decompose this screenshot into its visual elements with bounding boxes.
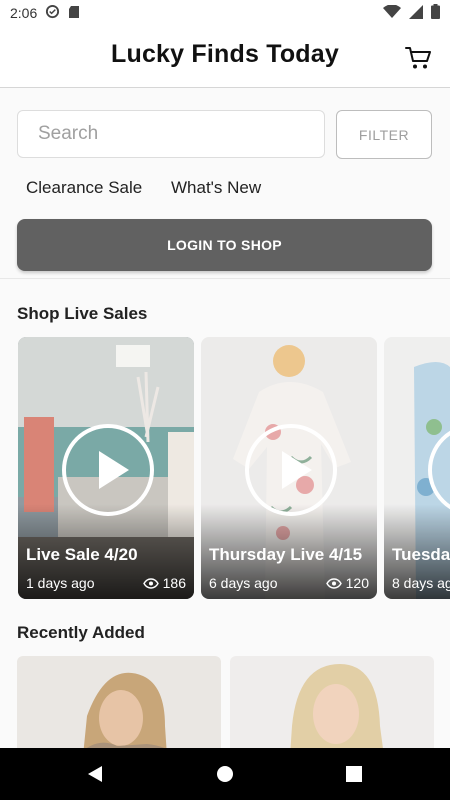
cart-button[interactable]	[404, 44, 432, 72]
play-icon[interactable]	[245, 424, 337, 516]
view-count: 186	[142, 575, 186, 591]
quick-link-whats-new[interactable]: What's New	[171, 178, 261, 198]
data-saver-icon	[45, 4, 60, 22]
live-sale-card[interactable]: Live Sale 4/20 1 days ago 186	[18, 337, 194, 599]
system-nav-bar	[0, 748, 450, 800]
status-right	[383, 3, 440, 22]
product-image	[230, 656, 434, 756]
app-header: Lucky Finds Today	[0, 26, 450, 88]
signal-icon	[409, 4, 423, 22]
back-icon	[88, 766, 102, 782]
play-icon[interactable]	[62, 424, 154, 516]
product-image	[17, 656, 221, 756]
recently-added-heading: Recently Added	[17, 623, 145, 642]
live-sale-title: Live Sale 4/20	[26, 545, 138, 564]
live-sale-card[interactable]: Thursday Live 4/15 6 days ago 120	[201, 337, 377, 599]
status-left: 2:06	[10, 4, 80, 22]
status-time: 2:06	[10, 5, 38, 21]
view-count-value: 186	[162, 575, 186, 591]
recents-button[interactable]	[342, 762, 366, 786]
search-input[interactable]	[17, 110, 325, 158]
shop-live-sales-heading: Shop Live Sales	[17, 304, 148, 323]
cart-icon	[405, 47, 431, 69]
home-icon	[217, 766, 233, 782]
live-sale-title: Tuesday	[392, 545, 450, 564]
section-divider	[0, 278, 450, 279]
eye-icon	[142, 577, 159, 589]
battery-icon	[431, 4, 440, 22]
product-card[interactable]	[17, 656, 221, 756]
live-sale-title: Thursday Live 4/15	[209, 545, 363, 564]
eye-icon	[325, 577, 342, 589]
live-sale-card[interactable]: Tuesday 8 days ago	[384, 337, 450, 599]
main-content[interactable]: FILTER Clearance Sale What's New LOGIN T…	[0, 88, 450, 756]
live-sale-meta: 8 days ago	[392, 575, 450, 591]
product-card[interactable]	[230, 656, 434, 756]
live-sale-meta: 1 days ago 186	[26, 575, 186, 591]
quick-link-clearance-sale[interactable]: Clearance Sale	[26, 178, 142, 198]
view-count: 120	[325, 575, 369, 591]
recents-icon	[346, 766, 362, 782]
live-sale-age: 1 days ago	[26, 575, 95, 591]
live-sale-meta: 6 days ago 120	[209, 575, 369, 591]
filter-button[interactable]: FILTER	[336, 110, 432, 159]
status-bar: 2:06	[0, 0, 450, 26]
home-button[interactable]	[213, 762, 237, 786]
back-button[interactable]	[84, 762, 108, 786]
page-title: Lucky Finds Today	[111, 40, 339, 68]
live-sale-age: 6 days ago	[209, 575, 278, 591]
wifi-icon	[383, 3, 401, 22]
login-to-shop-button[interactable]: LOGIN TO SHOP	[17, 219, 432, 271]
live-sale-age: 8 days ago	[392, 575, 450, 591]
sd-card-icon	[68, 5, 80, 22]
view-count-value: 120	[345, 575, 369, 591]
